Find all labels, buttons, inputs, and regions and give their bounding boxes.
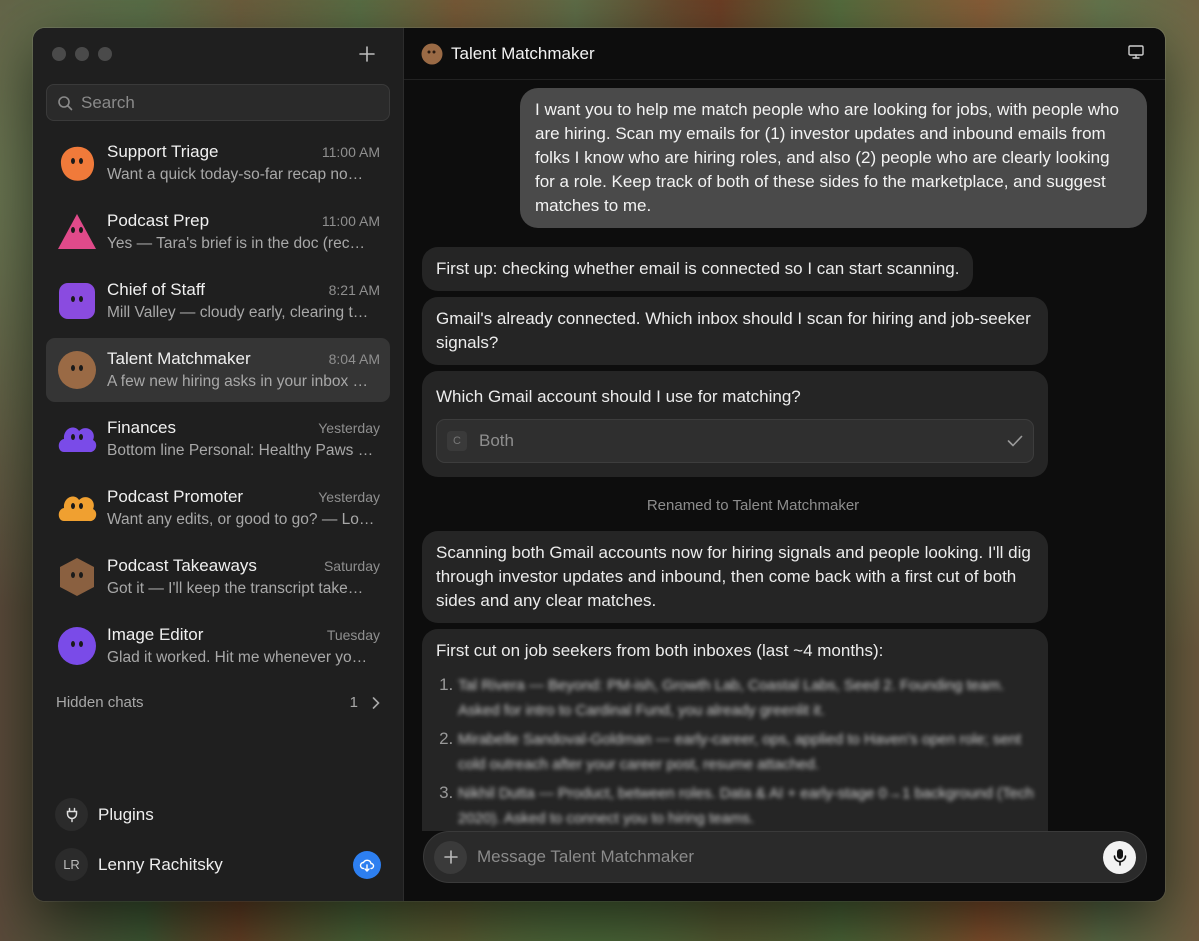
search-bar[interactable] [46,84,390,121]
microphone-icon [1113,849,1126,866]
monitor-icon [1128,45,1144,59]
list-item: Nikhil Dutta — Product, between roles. D… [458,781,1034,831]
chat-avatar-icon [56,625,98,667]
plus-icon [359,46,375,62]
window-controls [52,47,112,61]
user-message: I want you to help me match people who a… [520,88,1147,228]
chat-avatar-icon [56,418,98,460]
assistant-message: Gmail's already connected. Which inbox s… [422,297,1048,365]
chat-preview: Yes — Tara's brief is in the doc (rec… [107,235,365,252]
avatar: LR [55,848,88,881]
chat-time: Yesterday [318,489,380,505]
message-input[interactable] [477,847,1103,867]
select-badge: C [447,431,467,451]
chat-avatar-icon [56,487,98,529]
minimize-window-button[interactable] [75,47,89,61]
account-select-card: Which Gmail account should I use for mat… [422,371,1048,477]
download-cloud-icon [359,859,375,872]
chat-preview: Bottom line Personal: Healthy Paws … [107,442,374,459]
assistant-message: Scanning both Gmail accounts now for hir… [422,531,1048,623]
job-seeker-list: Tal Rivera — Beyond: PM-ish, Growth Lab,… [436,673,1034,831]
select-value: Both [479,431,514,450]
plugins-label: Plugins [98,804,154,824]
chat-time: Tuesday [326,627,380,643]
close-window-button[interactable] [52,47,66,61]
update-button[interactable] [353,850,381,879]
list-intro: First cut on job seekers from both inbox… [436,641,884,660]
maximize-window-button[interactable] [98,47,112,61]
sidebar: Support Triage 11:00 AM Want a quick tod… [33,28,404,901]
blurred-text: Tal Rivera — Beyond: PM-ish, Growth Lab,… [458,677,1005,719]
select-question: Which Gmail account should I use for mat… [436,387,801,406]
chat-item[interactable]: Finances Yesterday Bottom line Personal:… [46,407,390,471]
agent-avatar-icon [421,43,443,64]
blurred-text: Nikhil Dutta — Product, between roles. D… [458,785,1034,827]
chat-avatar-icon [56,211,98,253]
chat-time: 11:00 AM [321,144,380,160]
chat-header: Talent Matchmaker [404,28,1165,80]
chevron-right-icon [372,696,380,709]
account-select[interactable]: C Both [436,419,1034,463]
chat-preview: Want a quick today-so-far recap no… [107,166,364,183]
hidden-chats-count: 1 [349,694,358,711]
chat-pane: Talent Matchmaker I want you to help me … [404,28,1165,901]
plus-icon [443,850,458,864]
chat-time: 8:04 AM [328,351,380,367]
new-chat-button[interactable] [353,40,381,68]
chat-time: Saturday [323,558,380,574]
chat-avatar-icon [56,556,98,598]
chat-name: Chief of Staff [107,280,205,299]
chat-preview: Got it — I'll keep the transcript take… [107,580,364,597]
chat-preview: Want any edits, or good to go? — Lo… [107,511,375,528]
composer [423,831,1147,883]
chat-item[interactable]: Podcast Promoter Yesterday Want any edit… [46,476,390,540]
chat-avatar-icon [56,280,98,322]
chat-item[interactable]: Support Triage 11:00 AM Want a quick tod… [46,131,390,195]
chat-name: Podcast Prep [107,211,210,230]
chat-item[interactable]: Podcast Prep 11:00 AM Yes — Tara's brief… [46,200,390,264]
chat-item[interactable]: Podcast Takeaways Saturday Got it — I'll… [46,545,390,609]
attach-button[interactable] [434,840,467,874]
chat-item[interactable]: Image Editor Tuesday Glad it worked. Hit… [46,614,390,678]
assistant-message: First up: checking whether email is conn… [422,247,974,291]
chat-list: Support Triage 11:00 AM Want a quick tod… [46,131,390,683]
list-item: Mirabelle Sandoval-Goldman — early-caree… [458,727,1034,777]
chat-time: Yesterday [318,420,380,436]
chat-avatar-icon [56,349,98,391]
chat-name: Podcast Promoter [107,487,244,506]
chat-item[interactable]: Talent Matchmaker 8:04 AM A few new hiri… [46,338,390,402]
blurred-text: Mirabelle Sandoval-Goldman — early-caree… [458,731,1022,773]
user-name: Lenny Rachitsky [98,854,223,874]
search-icon [58,95,73,110]
chat-preview: Mill Valley — cloudy early, clearing t… [107,304,369,321]
voice-input-button[interactable] [1103,840,1136,874]
chat-name: Talent Matchmaker [107,349,251,368]
chat-title: Talent Matchmaker [451,43,595,63]
chat-preview: Glad it worked. Hit me whenever yo… [107,649,368,666]
rename-notice: Renamed to Talent Matchmaker [646,497,860,514]
chat-name: Support Triage [107,142,219,161]
assistant-message-list: First cut on job seekers from both inbox… [422,629,1048,831]
hidden-chats-row[interactable]: Hidden chats 1 [56,694,380,711]
app-window: Support Triage 11:00 AM Want a quick tod… [33,28,1165,901]
plug-icon [55,798,88,831]
user-profile[interactable]: LR Lenny Rachitsky [55,848,381,881]
search-input[interactable] [81,92,371,113]
chat-name: Podcast Takeaways [107,556,257,575]
chat-name: Finances [107,418,176,437]
chat-avatar-icon [56,142,98,184]
message-list: I want you to help me match people who a… [422,88,1147,831]
plugins-button[interactable]: Plugins [55,798,154,831]
chat-name: Image Editor [107,625,204,644]
chat-time: 11:00 AM [321,213,380,229]
hidden-chats-label: Hidden chats [56,694,144,711]
chat-preview: A few new hiring asks in your inbox … [107,373,369,390]
display-toggle-button[interactable] [1127,44,1145,65]
chat-item[interactable]: Chief of Staff 8:21 AM Mill Valley — clo… [46,269,390,333]
checkmark-icon [1007,435,1023,447]
list-item: Tal Rivera — Beyond: PM-ish, Growth Lab,… [458,673,1034,723]
chat-time: 8:21 AM [328,282,380,298]
